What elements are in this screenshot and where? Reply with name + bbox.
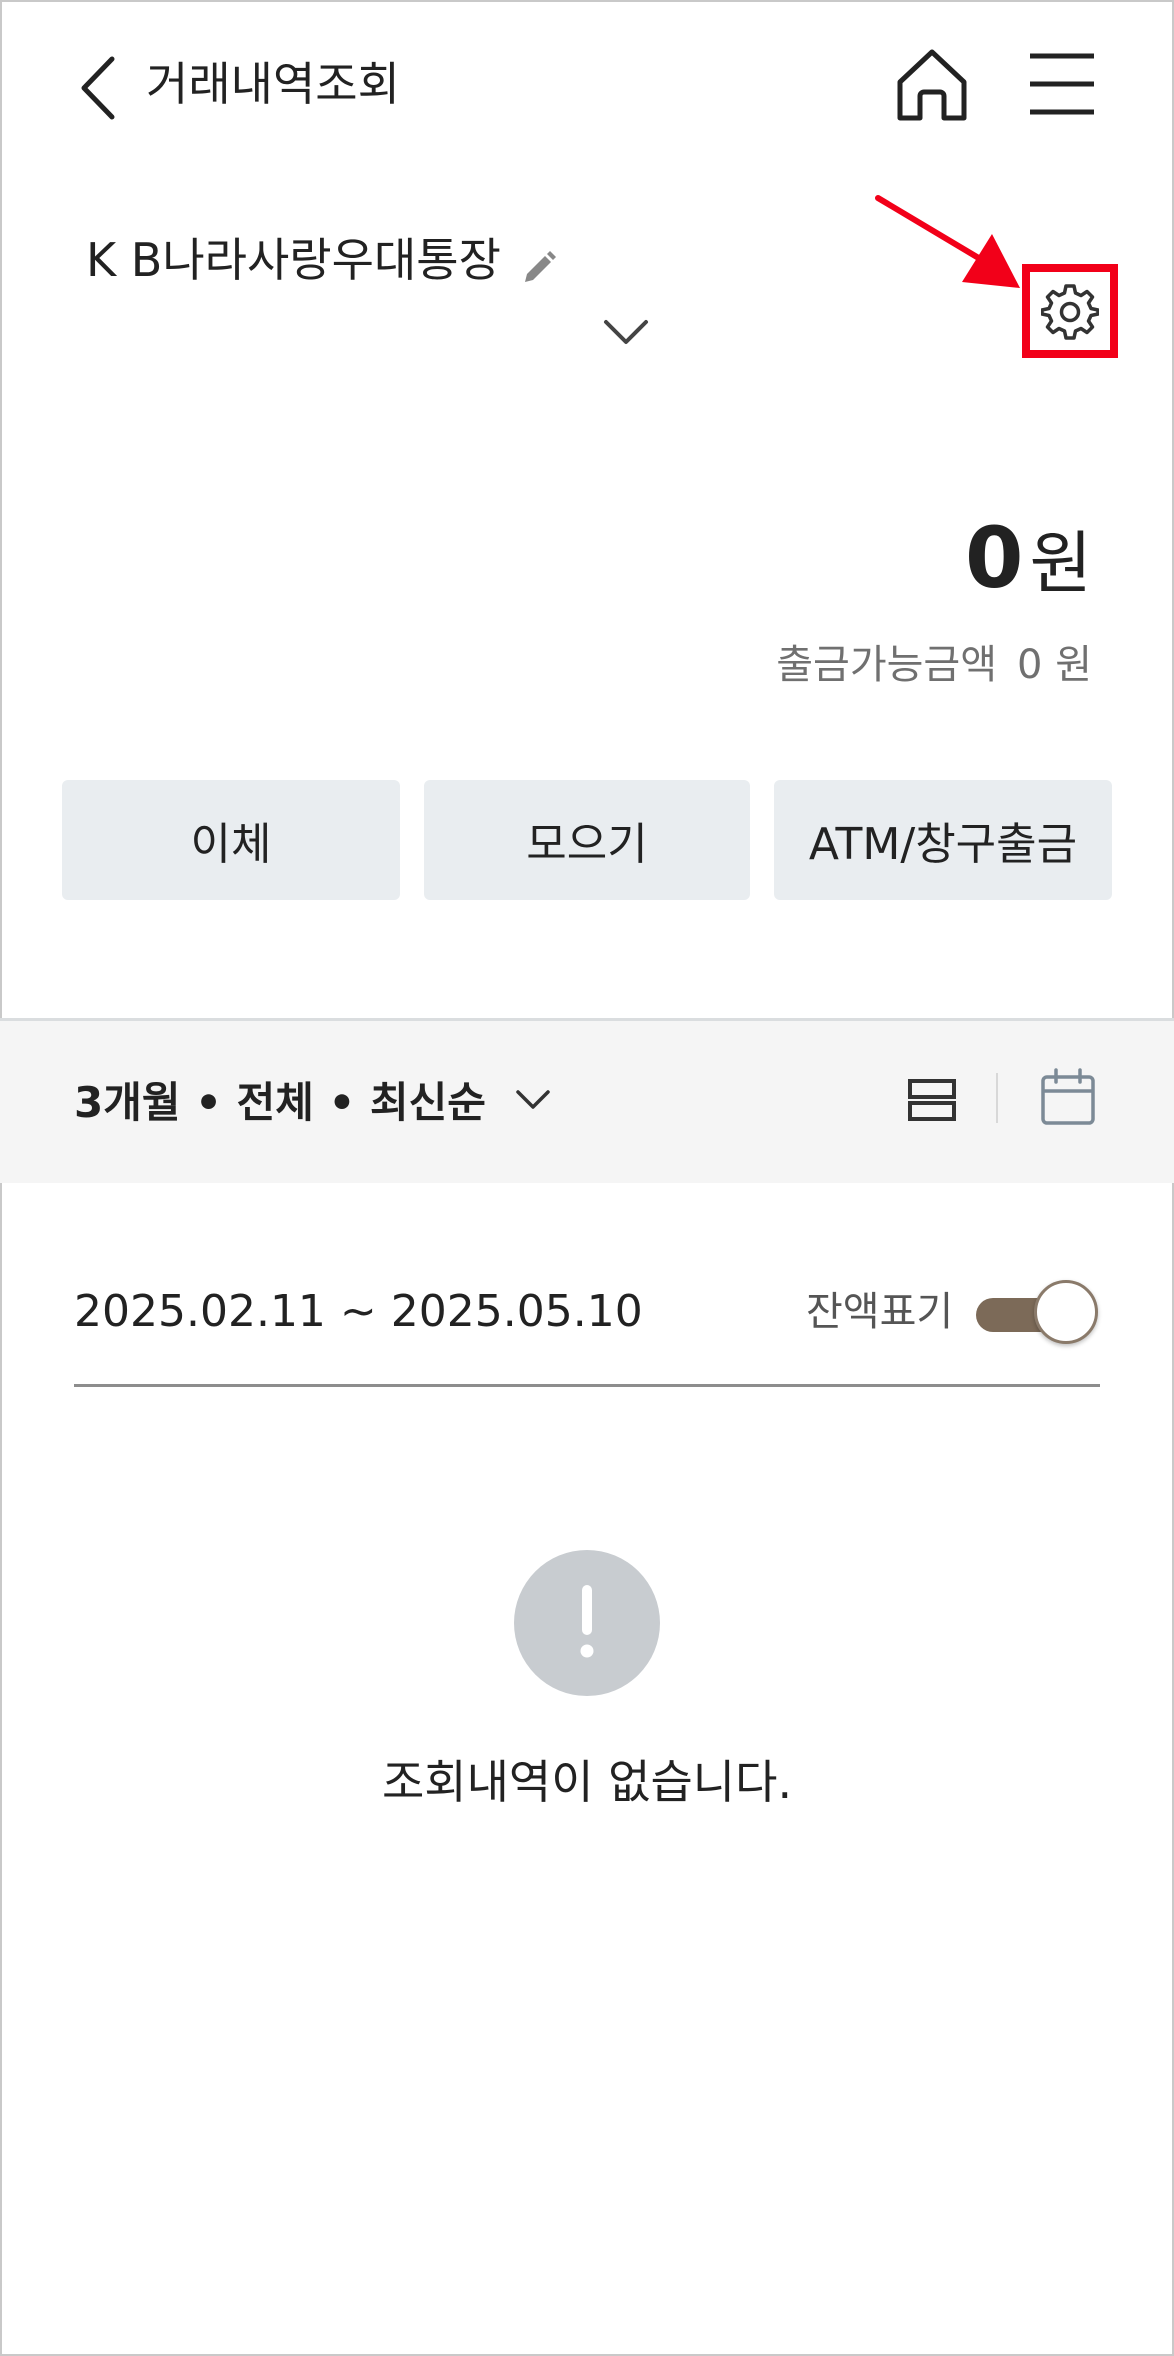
header: 거래내역조회 bbox=[0, 0, 1174, 170]
balance-toggle-label: 잔액표기 bbox=[806, 1289, 954, 1335]
balance: 0 원 bbox=[965, 508, 1092, 607]
filter-summary: 3개월 • 전체 • 최신순 bbox=[74, 1078, 486, 1127]
hamburger-menu-icon bbox=[1030, 53, 1094, 115]
balance-toggle[interactable] bbox=[972, 1280, 1100, 1346]
pencil-icon[interactable] bbox=[519, 240, 559, 282]
empty-state-message: 조회내역이 없습니다. bbox=[381, 1755, 793, 1809]
transfer-button[interactable]: 이체 bbox=[62, 780, 400, 900]
chevron-down-icon bbox=[516, 1089, 550, 1109]
empty-state-icon bbox=[514, 1550, 660, 1696]
home-icon bbox=[897, 49, 967, 121]
filter-dropdown[interactable]: 3개월 • 전체 • 최신순 bbox=[74, 1069, 552, 1130]
account-name-row[interactable]: K B나라사랑우대통장 bbox=[86, 228, 559, 292]
available-label: 출금가능금액 bbox=[776, 642, 998, 688]
home-button[interactable] bbox=[892, 46, 972, 124]
available-amount: 0 원 bbox=[1017, 642, 1092, 688]
action-buttons: 이체 모으기 ATM/창구출금 bbox=[62, 780, 1112, 900]
toggle-knob bbox=[1034, 1280, 1098, 1344]
page-title: 거래내역조회 bbox=[146, 57, 400, 111]
exclamation-icon bbox=[580, 1585, 594, 1658]
list-view-button[interactable] bbox=[906, 1075, 958, 1125]
icon-divider bbox=[996, 1073, 998, 1123]
filter-bar: 3개월 • 전체 • 최신순 bbox=[0, 1021, 1174, 1183]
save-button[interactable]: 모으기 bbox=[424, 780, 750, 900]
date-range: 2025.02.11 ~ 2025.05.10 bbox=[74, 1286, 643, 1337]
list-view-icon bbox=[908, 1079, 956, 1121]
red-arrow-annotation bbox=[875, 195, 1020, 288]
chevron-left-icon bbox=[81, 56, 115, 120]
account-name: K B나라사랑우대통장 bbox=[86, 233, 501, 287]
calendar-button[interactable] bbox=[1040, 1067, 1096, 1127]
chevron-down-icon bbox=[604, 320, 648, 344]
available-balance: 출금가능금액 0 원 bbox=[776, 632, 1092, 690]
balance-amount: 0 bbox=[964, 509, 1024, 607]
atm-withdraw-button[interactable]: ATM/창구출금 bbox=[774, 780, 1112, 900]
menu-button[interactable] bbox=[1026, 50, 1098, 118]
account-expand-button[interactable] bbox=[600, 310, 652, 354]
balance-unit: 원 bbox=[1029, 525, 1092, 604]
gear-icon bbox=[1041, 284, 1099, 340]
row-divider bbox=[74, 1384, 1100, 1387]
calendar-icon bbox=[1041, 1068, 1095, 1125]
settings-button[interactable] bbox=[1022, 264, 1118, 358]
back-button[interactable] bbox=[68, 48, 128, 128]
